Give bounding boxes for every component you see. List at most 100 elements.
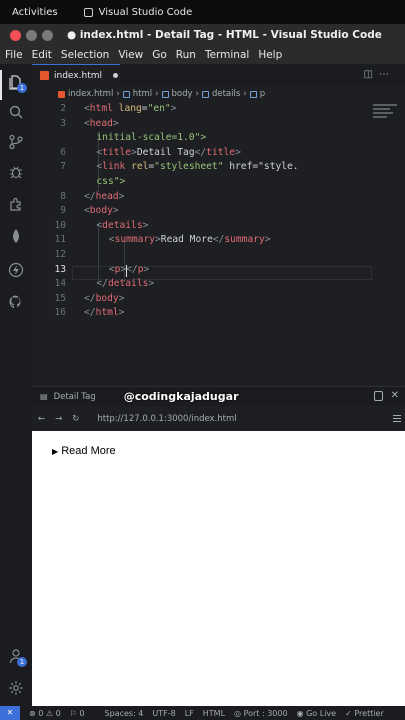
account-badge: 1 xyxy=(17,657,27,667)
indentation-setting[interactable]: Spaces: 4 xyxy=(105,709,144,718)
element-icon xyxy=(201,90,209,98)
indent-guide xyxy=(98,222,99,282)
line-number: 16 xyxy=(54,307,66,319)
breadcrumb-details[interactable]: details xyxy=(212,89,240,99)
window-title-bar: ● index.html - Detail Tag - HTML - Visua… xyxy=(0,24,405,46)
line-number: 6 xyxy=(60,146,66,158)
info-indicator[interactable]: ⚐ 0 xyxy=(70,709,85,718)
more-actions-icon[interactable]: ⋯ xyxy=(379,69,395,80)
github-icon[interactable] xyxy=(8,294,24,310)
menu-run[interactable]: Run xyxy=(176,49,196,61)
info-count: 0 xyxy=(79,708,85,718)
tab-index-html[interactable]: index.html xyxy=(32,64,120,86)
chevron-right-icon: › xyxy=(155,89,159,99)
browser-tab-bar: ▤ Detail Tag @codingkajadugar ✕ xyxy=(32,386,405,406)
line-number: 15 xyxy=(54,292,66,304)
browser-viewport: ▶ Read More xyxy=(32,431,405,706)
code-line[interactable]: <summary>Read More</summary> xyxy=(109,234,271,245)
split-editor-icon[interactable]: ◫ xyxy=(364,69,379,80)
code-line[interactable]: </html> xyxy=(84,307,124,318)
warning-count: 0 xyxy=(55,708,61,718)
go-live-label: Go Live xyxy=(306,708,337,718)
menu-terminal[interactable]: Terminal xyxy=(205,49,249,61)
breadcrumb-body[interactable]: body xyxy=(172,89,193,99)
database-leaf-icon[interactable] xyxy=(8,228,24,244)
unsaved-dot-icon[interactable] xyxy=(112,73,118,78)
account-icon[interactable]: 1 xyxy=(8,648,27,667)
lock-icon[interactable] xyxy=(374,391,383,401)
app-indicator[interactable]: Visual Studio Code xyxy=(83,6,193,18)
source-control-icon[interactable] xyxy=(8,134,24,150)
url-field[interactable]: http://127.0.0.1:3000/index.html xyxy=(97,414,236,424)
menu-bar: File Edit Selection View Go Run Terminal… xyxy=(0,46,405,64)
code-line[interactable]: <title>Detail Tag</title> xyxy=(96,147,240,158)
close-window-button[interactable] xyxy=(10,29,21,41)
summary-text: Read More xyxy=(61,445,116,457)
line-number: 2 xyxy=(60,103,66,114)
close-icon[interactable]: ✕ xyxy=(391,390,399,401)
run-debug-icon[interactable] xyxy=(8,164,24,180)
active-view-indicator xyxy=(0,70,2,100)
extensions-icon[interactable] xyxy=(8,196,24,212)
minimap[interactable] xyxy=(373,102,397,128)
menu-view[interactable]: View xyxy=(118,49,143,61)
activity-bar: 1 1 xyxy=(0,64,32,706)
menu-go[interactable]: Go xyxy=(152,49,167,61)
disclosure-triangle-icon[interactable]: ▶ xyxy=(52,447,58,456)
live-server-port[interactable]: ◎ Port : 3000 xyxy=(234,709,288,718)
minimize-window-button[interactable] xyxy=(26,29,37,41)
browser-menu-icon[interactable] xyxy=(393,413,401,424)
window-title: ● index.html - Detail Tag - HTML - Visua… xyxy=(67,29,382,41)
activities-button[interactable]: Activities xyxy=(12,7,58,18)
prettier-label: Prettier xyxy=(354,708,384,718)
encoding-setting[interactable]: UTF-8 xyxy=(152,709,175,718)
browser-tab-title[interactable]: Detail Tag xyxy=(54,392,96,402)
explorer-icon[interactable]: 1 xyxy=(8,74,27,93)
maximize-window-button[interactable] xyxy=(42,29,53,41)
back-arrow-icon[interactable]: ← xyxy=(38,414,45,424)
eol-setting[interactable]: LF xyxy=(185,709,194,718)
line-number: 8 xyxy=(60,190,66,202)
code-line[interactable]: <p></p> xyxy=(109,264,149,275)
reload-icon[interactable]: ↻ xyxy=(72,414,79,424)
code-line[interactable]: initial-scale=1.0"> xyxy=(96,132,206,143)
text-cursor xyxy=(126,264,128,277)
remote-icon[interactable]: ✕ xyxy=(0,706,20,720)
menu-selection[interactable]: Selection xyxy=(61,49,109,61)
line-number: 13 xyxy=(54,263,66,275)
code-line[interactable]: <head> xyxy=(84,118,119,129)
breadcrumb: index.html › html › body › details › p xyxy=(32,86,405,102)
settings-gear-icon[interactable] xyxy=(8,680,24,696)
forward-arrow-icon[interactable]: → xyxy=(55,414,62,424)
code-line[interactable]: <body> xyxy=(84,205,119,216)
breadcrumb-html[interactable]: html xyxy=(133,89,152,99)
code-line[interactable]: <details> xyxy=(96,220,148,231)
code-line[interactable]: <html lang="en"> xyxy=(84,103,176,114)
menu-edit[interactable]: Edit xyxy=(32,49,52,61)
line-number: 11 xyxy=(54,234,66,246)
code-line[interactable]: </body> xyxy=(84,293,124,304)
app-name: Visual Studio Code xyxy=(98,6,193,18)
code-line[interactable]: </head> xyxy=(84,191,124,202)
chevron-right-icon: › xyxy=(195,89,199,99)
details-summary[interactable]: ▶ Read More xyxy=(52,445,116,457)
code-editor[interactable]: 2 <html lang="en"> 3 <head> initial-scale=1.… xyxy=(32,102,405,386)
watermark-handle: @codingkajadugar xyxy=(123,390,239,403)
code-line[interactable]: css"> xyxy=(96,176,125,187)
code-line[interactable]: <link rel="stylesheet" href="style. xyxy=(96,161,298,172)
explorer-badge: 1 xyxy=(17,83,27,93)
element-icon xyxy=(122,90,130,98)
language-mode[interactable]: HTML xyxy=(203,709,225,718)
code-line[interactable]: </details> xyxy=(96,278,154,289)
chevron-right-icon: › xyxy=(116,89,120,99)
search-icon[interactable] xyxy=(8,104,24,120)
menu-help[interactable]: Help xyxy=(258,49,282,61)
line-number: 12 xyxy=(54,249,66,260)
problems-indicator[interactable]: ⊗ 0 ⚠ 0 xyxy=(29,709,61,718)
breadcrumb-p[interactable]: p xyxy=(260,89,265,99)
prettier-status[interactable]: ✓ Prettier xyxy=(345,709,384,718)
menu-file[interactable]: File xyxy=(5,49,23,61)
breadcrumb-file[interactable]: index.html xyxy=(68,89,113,99)
go-live-button[interactable]: ◉ Go Live xyxy=(297,709,337,718)
lightning-icon[interactable] xyxy=(8,262,24,278)
